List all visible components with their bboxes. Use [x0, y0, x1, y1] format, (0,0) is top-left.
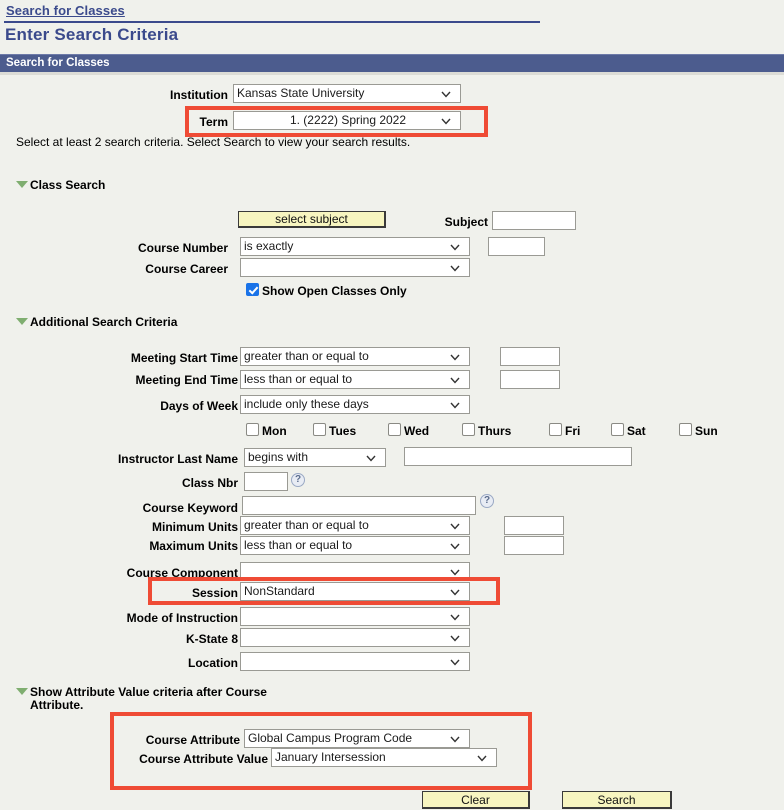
course-keyword-label: Course Keyword: [142, 501, 238, 515]
class-search-header-label: Class Search: [30, 178, 106, 192]
course-attribute-select[interactable]: Global Campus Program Code: [244, 729, 470, 748]
day-label-sun: Sun: [695, 424, 718, 438]
course-career-select[interactable]: [240, 258, 470, 277]
day-checkbox-mon[interactable]: [246, 423, 259, 436]
institution-label: Institution: [170, 88, 228, 102]
meeting-start-time-input[interactable]: [500, 347, 560, 366]
breadcrumb-divider: [4, 21, 540, 23]
day-label-thurs: Thurs: [478, 424, 512, 438]
day-checkbox-wed[interactable]: [388, 423, 401, 436]
days-of-week-label: Days of Week: [160, 399, 238, 413]
section-header-bar: Search for Classes: [0, 54, 784, 72]
location-select[interactable]: [240, 652, 470, 671]
search-button[interactable]: Search: [562, 791, 672, 809]
page-title: Enter Search Criteria: [5, 25, 179, 44]
day-checkbox-sun[interactable]: [679, 423, 692, 436]
additional-search-header-label: Additional Search Criteria: [30, 315, 178, 329]
course-attribute-label: Course Attribute: [145, 733, 240, 747]
class-nbr-label: Class Nbr: [181, 476, 238, 490]
mode-of-instruction-select[interactable]: [240, 607, 470, 626]
course-attribute-value-select[interactable]: January Intersession: [271, 748, 497, 767]
meeting-end-operator-select[interactable]: less than or equal to: [240, 370, 470, 389]
course-number-label: Course Number: [137, 241, 228, 255]
meeting-start-operator-select[interactable]: greater than or equal to: [240, 347, 470, 366]
course-component-label: Course Component: [126, 566, 238, 580]
collapse-triangle-icon[interactable]: [16, 181, 28, 189]
show-open-classes-label: Show Open Classes Only: [262, 284, 407, 298]
institution-select[interactable]: Kansas State University: [233, 84, 461, 103]
maximum-units-label: Maximum Units: [149, 539, 238, 553]
attribute-header-line1: Show Attribute Value criteria after Cour…: [30, 685, 267, 699]
kstate8-label: K-State 8: [185, 632, 238, 646]
section-header-label: Search for Classes: [6, 57, 110, 69]
instructor-operator-select[interactable]: begins with: [244, 448, 386, 467]
term-label: Term: [199, 115, 228, 129]
course-number-operator-select[interactable]: is exactly: [240, 237, 470, 256]
course-keyword-help-icon[interactable]: ?: [480, 494, 494, 508]
instructor-last-name-label: Instructor Last Name: [117, 452, 238, 466]
day-label-tues: Tues: [329, 424, 357, 438]
course-number-input[interactable]: [488, 237, 545, 256]
course-career-label: Course Career: [145, 262, 228, 276]
attribute-header-line2: Attribute.: [30, 698, 84, 712]
course-attribute-value-label: Course Attribute Value: [139, 752, 268, 766]
collapse-triangle-icon[interactable]: [16, 688, 28, 696]
mode-of-instruction-label: Mode of Instruction: [126, 611, 238, 625]
clear-button[interactable]: Clear: [422, 791, 530, 809]
course-keyword-input[interactable]: [242, 496, 476, 515]
day-label-sat: Sat: [627, 424, 646, 438]
class-nbr-input[interactable]: [244, 472, 288, 491]
maximum-units-input[interactable]: [504, 536, 564, 555]
day-checkbox-fri[interactable]: [549, 423, 562, 436]
show-open-classes-checkbox[interactable]: [246, 283, 259, 296]
term-select[interactable]: 1. (2222) Spring 2022: [233, 111, 461, 130]
kstate8-select[interactable]: [240, 628, 470, 647]
meeting-end-time-input[interactable]: [500, 370, 560, 389]
instructor-last-name-input[interactable]: [404, 447, 632, 466]
breadcrumb[interactable]: Search for Classes: [6, 3, 125, 18]
session-label: Session: [191, 586, 238, 600]
meeting-end-time-label: Meeting End Time: [135, 373, 238, 387]
day-checkbox-thurs[interactable]: [462, 423, 475, 436]
class-nbr-help-icon[interactable]: ?: [291, 473, 305, 487]
days-of-week-operator-select[interactable]: include only these days: [240, 395, 470, 414]
additional-search-header[interactable]: Additional Search Criteria: [16, 315, 177, 329]
minimum-units-label: Minimum Units: [152, 520, 238, 534]
subject-input[interactable]: [492, 211, 576, 230]
day-checkbox-sat[interactable]: [611, 423, 624, 436]
day-label-mon: Mon: [262, 424, 287, 438]
collapse-triangle-icon[interactable]: [16, 318, 28, 326]
course-component-select[interactable]: [240, 562, 470, 581]
minimum-units-operator-select[interactable]: greater than or equal to: [240, 516, 470, 535]
class-search-header[interactable]: Class Search: [16, 178, 105, 192]
maximum-units-operator-select[interactable]: less than or equal to: [240, 536, 470, 555]
meeting-start-time-label: Meeting Start Time: [130, 351, 238, 365]
minimum-units-input[interactable]: [504, 516, 564, 535]
select-subject-button[interactable]: select subject: [238, 211, 386, 228]
search-instructions: Select at least 2 search criteria. Selec…: [16, 135, 411, 149]
section-bar-shadow: [0, 72, 784, 75]
session-select[interactable]: NonStandard: [240, 582, 470, 601]
location-label: Location: [188, 656, 238, 670]
day-label-fri: Fri: [565, 424, 581, 438]
day-checkbox-tues[interactable]: [313, 423, 326, 436]
subject-label: Subject: [444, 215, 488, 229]
day-label-wed: Wed: [404, 424, 430, 438]
attribute-section-header[interactable]: Show Attribute Value criteria after Cour…: [16, 686, 346, 712]
